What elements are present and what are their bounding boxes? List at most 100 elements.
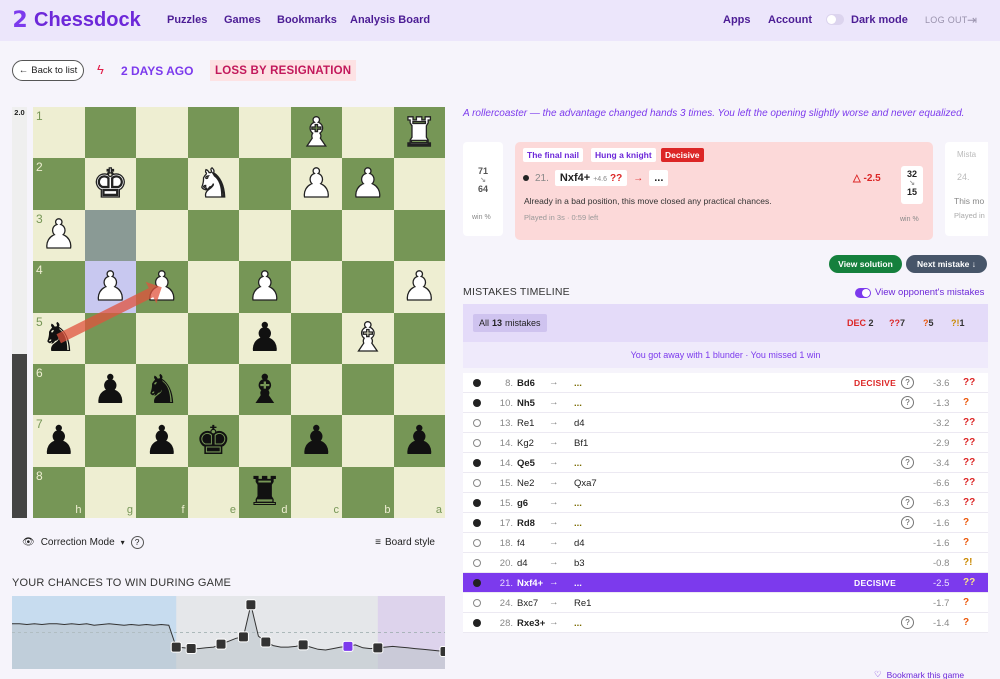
white-pawn-icon[interactable]: ♟	[92, 266, 129, 307]
white-rook-icon[interactable]: ♜	[401, 112, 438, 153]
square-g2[interactable]: ♚	[84, 158, 136, 210]
black-pawn-icon[interactable]: ♟	[401, 421, 437, 461]
logout-link[interactable]: LOG OUT	[925, 15, 968, 25]
square-g5[interactable]	[84, 312, 136, 364]
all-mistakes-filter[interactable]: All 13 mistakes	[473, 314, 547, 332]
square-a7[interactable]: ♟	[393, 415, 445, 467]
square-h8[interactable]: 8h	[33, 466, 85, 518]
timeline-row[interactable]: 15. Ne2 → Qxa7 -6.6??	[463, 473, 988, 493]
next-mistake-button[interactable]: Next mistake ↓	[906, 255, 987, 273]
square-g6[interactable]: ♟	[84, 363, 136, 416]
nav-bookmarks[interactable]: Bookmarks	[277, 14, 337, 26]
square-d5[interactable]: ♟	[239, 312, 291, 364]
next-card[interactable]: Mista 24. This mo Played in	[945, 142, 988, 236]
chevron-down-icon[interactable]: ▾	[121, 538, 125, 547]
back-to-list-button[interactable]: ← Back to list	[12, 60, 84, 81]
black-bishop-icon[interactable]: ♝	[247, 370, 283, 410]
square-f7[interactable]: ♟	[136, 415, 188, 467]
timeline-row[interactable]: 14. Qe5 →...? -3.4??	[463, 453, 988, 473]
square-f2[interactable]	[136, 158, 188, 210]
row-help-icon[interactable]: ?	[901, 616, 914, 629]
nav-puzzles[interactable]: Puzzles	[167, 14, 207, 26]
black-pawn-icon[interactable]: ♟	[41, 421, 77, 461]
filter-blunders[interactable]: ??7	[889, 318, 905, 328]
correction-mode-select[interactable]: Correction Mode	[41, 537, 115, 548]
view-solution-button[interactable]: View solution	[829, 255, 902, 273]
help-icon[interactable]: ?	[130, 535, 144, 549]
black-king-icon[interactable]: ♚	[195, 421, 231, 461]
win-chances-chart[interactable]	[12, 596, 445, 669]
prev-card[interactable]: 71 ↘ 64 win %	[463, 142, 503, 236]
black-pawn-icon[interactable]: ♟	[92, 370, 128, 410]
square-h5[interactable]: 5 ♞	[33, 312, 85, 364]
mistake-marker[interactable]	[215, 638, 227, 650]
timeline-row[interactable]: 10. Nh5 →...? -1.3?	[463, 393, 988, 413]
row-help-icon[interactable]: ?	[901, 456, 914, 469]
timeline-row[interactable]: 28. Rxe3+ →...? -1.4?	[463, 613, 988, 633]
board-style-button[interactable]: ≡ Board style	[375, 537, 435, 548]
square-e7[interactable]: ♚	[187, 415, 239, 467]
timeline-row[interactable]: 24. Bxc7 → Re1 -1.7?	[463, 593, 988, 613]
square-d1[interactable]	[239, 107, 291, 159]
square-e5[interactable]	[187, 312, 239, 364]
black-pawn-icon[interactable]: ♟	[247, 318, 283, 358]
dark-mode-toggle[interactable]	[826, 14, 844, 25]
square-b1[interactable]	[342, 107, 394, 159]
mistake-marker[interactable]	[372, 642, 384, 654]
square-c2[interactable]: ♟	[290, 158, 342, 210]
square-f3[interactable]	[136, 209, 188, 262]
square-b7[interactable]	[342, 415, 394, 467]
mistake-marker[interactable]	[245, 599, 257, 611]
square-d8[interactable]: d ♜	[239, 466, 291, 518]
white-knight-icon[interactable]: ♞	[195, 163, 232, 204]
selected-mistake-marker[interactable]	[342, 640, 354, 652]
square-h2[interactable]: 2	[33, 158, 85, 210]
timeline-row[interactable]: 13. Re1 → d4 -3.2??	[463, 413, 988, 433]
white-king-icon[interactable]: ♚	[92, 163, 129, 204]
timeline-row[interactable]: 20. d4 → b3 -0.8?!	[463, 553, 988, 573]
timeline-row[interactable]: 8. Bd6 →... DECISIVE? -3.6??	[463, 373, 988, 393]
timeline-row[interactable]: 21. Nxf4+ →... DECISIVE -2.5??	[463, 573, 988, 593]
mistake-marker[interactable]	[170, 641, 182, 653]
timeline-row[interactable]: 18. f4 → d4 -1.6?	[463, 533, 988, 553]
square-c8[interactable]: c	[290, 466, 342, 518]
square-b6[interactable]	[342, 363, 394, 416]
square-g4[interactable]: ♟	[84, 261, 136, 313]
timeline-row[interactable]: 14. Kg2 → Bf1 -2.9??	[463, 433, 988, 453]
square-a2[interactable]	[393, 158, 445, 210]
square-b3[interactable]	[342, 209, 394, 262]
mistake-marker[interactable]	[439, 645, 445, 657]
opponent-mistakes-label[interactable]: View opponent's mistakes	[875, 287, 984, 298]
square-g8[interactable]: g	[84, 466, 136, 518]
square-b4[interactable]	[342, 261, 394, 313]
filter-decisive[interactable]: DEC 2	[847, 318, 874, 328]
timeline-row[interactable]: 17. Rd8 →...? -1.6?	[463, 513, 988, 533]
current-mistake-card[interactable]: The final nail Hung a knight Decisive 21…	[515, 142, 933, 240]
bookmark-button[interactable]: ♡ Bookmark this game	[874, 669, 964, 679]
square-b8[interactable]: b	[342, 466, 394, 518]
white-pawn-icon[interactable]: ♟	[298, 163, 335, 204]
nav-games[interactable]: Games	[224, 14, 261, 26]
square-c4[interactable]	[290, 261, 342, 313]
square-h4[interactable]: 4	[33, 261, 85, 313]
nav-account[interactable]: Account	[768, 14, 812, 26]
square-a4[interactable]: ♟	[393, 261, 445, 313]
black-knight-icon[interactable]: ♞	[41, 318, 77, 358]
white-bishop-icon[interactable]: ♝	[349, 318, 386, 359]
logout-icon[interactable]: ⇥	[967, 13, 981, 27]
chess-board[interactable]: 1 ♝ ♜ 2 ♚ ♞ ♟ ♟ 3 ♟ 4 ♟ ♟ ♟ ♟ 5 ♞ ♟ ♝ 6 ♟ ♞ ♝ 7 ♟ ♟ ♚ ♟ ♟ 8 h g f e d ♜ c b a	[33, 107, 445, 518]
timeline-row[interactable]: 15. g6 →...? -6.3??	[463, 493, 988, 513]
square-f4[interactable]: ♟	[136, 261, 188, 313]
square-b2[interactable]: ♟	[342, 158, 394, 210]
square-a1[interactable]: ♜	[393, 107, 445, 159]
square-g1[interactable]	[84, 107, 136, 159]
best-move[interactable]: ...	[649, 170, 669, 186]
square-e3[interactable]	[187, 209, 239, 262]
square-e1[interactable]	[187, 107, 239, 159]
square-h1[interactable]: 1	[33, 107, 85, 159]
white-pawn-icon[interactable]: ♟	[246, 266, 283, 307]
square-c3[interactable]	[290, 209, 342, 262]
black-pawn-icon[interactable]: ♟	[144, 421, 180, 461]
row-help-icon[interactable]: ?	[901, 496, 914, 509]
square-c1[interactable]: ♝	[290, 107, 342, 159]
